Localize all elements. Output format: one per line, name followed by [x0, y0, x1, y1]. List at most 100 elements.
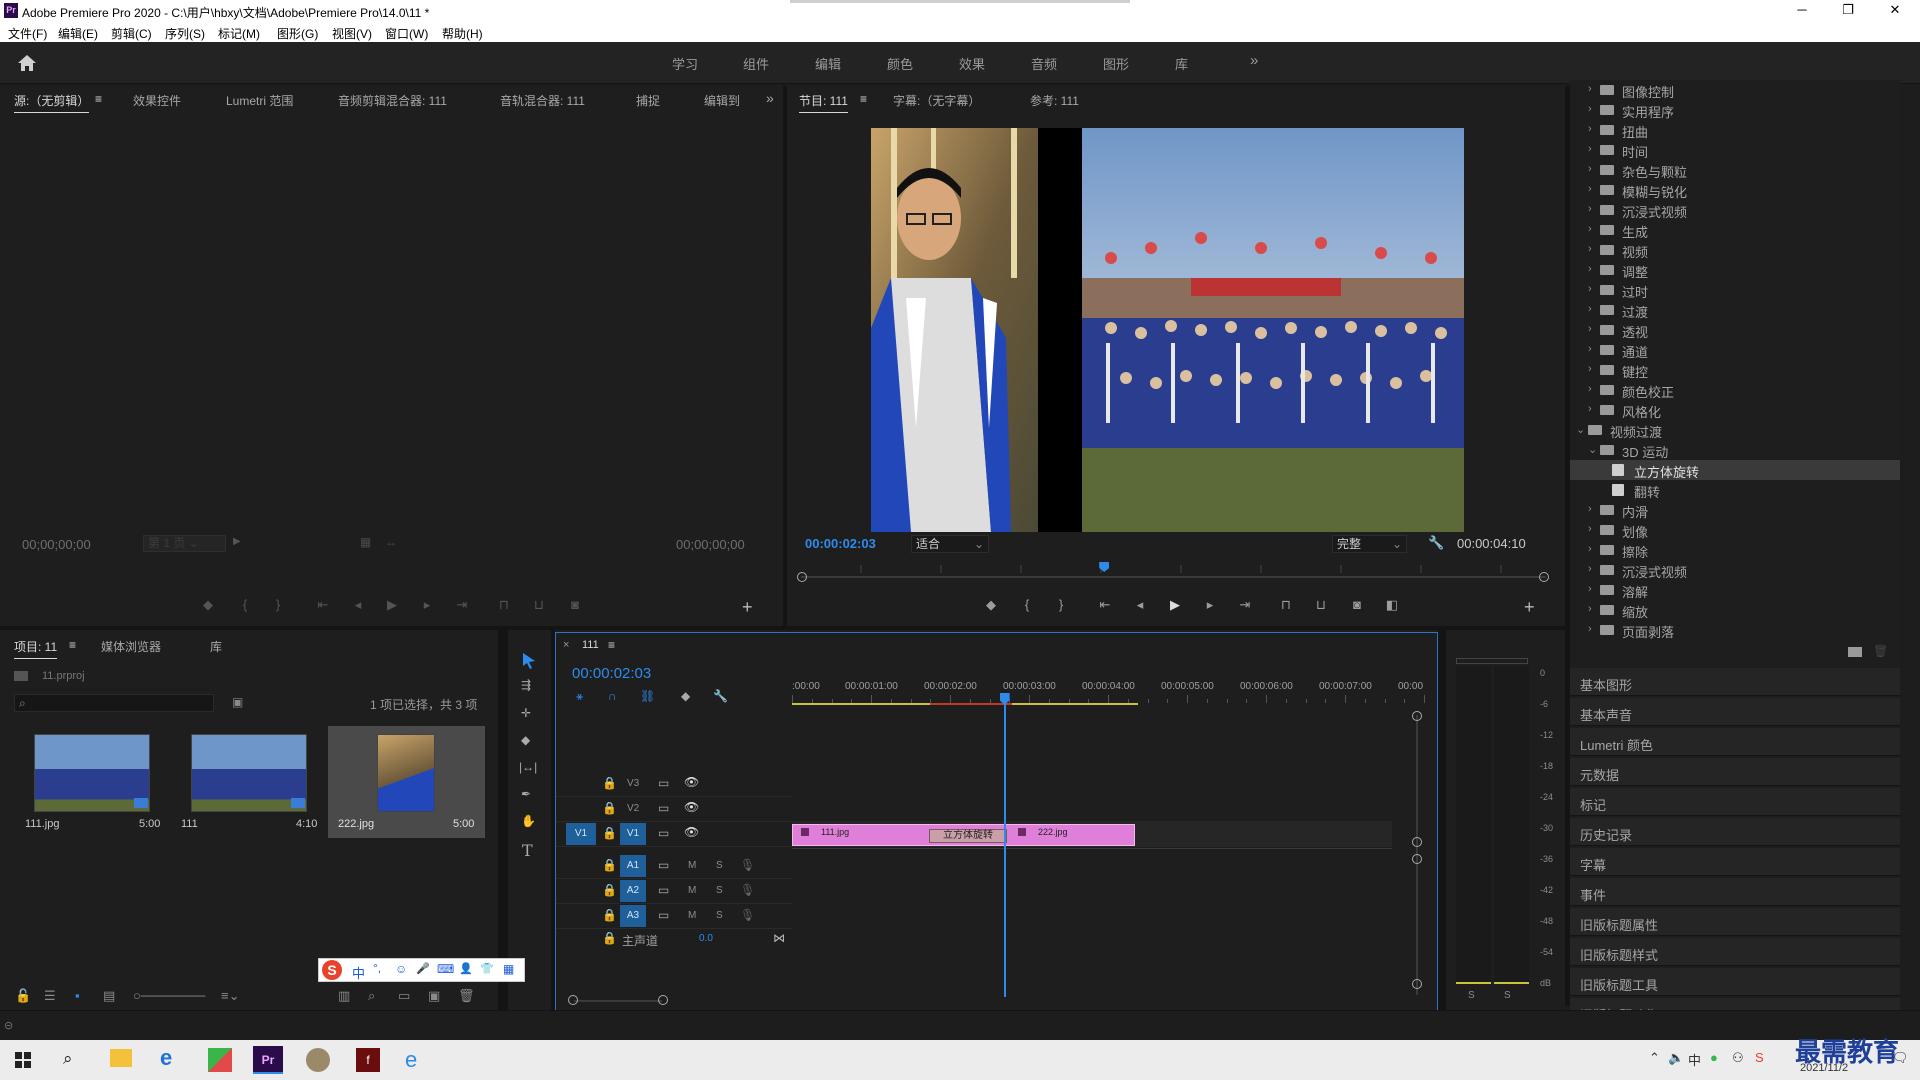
effect-folder[interactable]: › 划像 — [1570, 520, 1900, 540]
ime-keyboard-icon[interactable]: ⌨ — [437, 962, 454, 976]
ime-lang-button[interactable]: 中 — [352, 963, 365, 982]
timeline-settings-icon[interactable]: 🔧 — [713, 689, 728, 703]
delete-icon[interactable]: 🗑 — [1873, 644, 1888, 658]
wrench-icon[interactable]: 🔧 — [1428, 535, 1444, 551]
source-insert-icon[interactable]: ⊓ — [494, 597, 514, 613]
side-panel-tab[interactable]: 旧版标题样式 — [1570, 938, 1900, 966]
chevron-right-icon[interactable]: › — [1588, 223, 1600, 235]
source-timecode[interactable]: 00;00;00;00 — [22, 537, 91, 552]
lock-icon[interactable]: 🔒 — [602, 858, 617, 872]
effect-item[interactable]: 立方体旋转 — [1570, 460, 1900, 480]
chevron-right-icon[interactable]: › — [1588, 183, 1600, 195]
workspace-audio[interactable]: 音频 — [1031, 54, 1057, 73]
side-panel-tab[interactable]: 历史记录 — [1570, 818, 1900, 846]
ime-user-icon[interactable]: 👤 — [459, 962, 473, 975]
menu-marker[interactable]: 标记(M) — [218, 25, 260, 42]
track-target-a3[interactable]: A3 — [620, 905, 646, 927]
list-view-icon[interactable]: ☰ — [44, 988, 56, 1004]
clear-icon[interactable]: 🗑 — [458, 988, 475, 1004]
lock-icon[interactable]: 🔒 — [602, 908, 617, 922]
vscroll-handle[interactable] — [1412, 711, 1422, 721]
menu-sequence[interactable]: 序列(S) — [165, 25, 205, 42]
program-step-back-icon[interactable]: ◂ — [1130, 597, 1150, 613]
chevron-right-icon[interactable]: › — [1588, 143, 1600, 155]
source-go-out-icon[interactable]: ⇥ — [452, 597, 472, 613]
vscroll-handle[interactable] — [1412, 854, 1422, 864]
effect-folder[interactable]: › 擦除 — [1570, 540, 1900, 560]
program-export-frame-icon[interactable]: ◙ — [1347, 597, 1367, 612]
file-explorer-icon[interactable] — [110, 1049, 132, 1067]
store-icon[interactable] — [208, 1048, 232, 1072]
chevron-right-icon[interactable]: › — [1588, 203, 1600, 215]
source-page-next-icon[interactable]: ▶ — [233, 536, 241, 547]
chevron-right-icon[interactable]: › — [1588, 363, 1600, 375]
solo-button[interactable]: S — [716, 885, 723, 896]
sync-lock-icon[interactable]: ▭ — [658, 801, 669, 815]
ime-skin-icon[interactable]: 👕 — [480, 962, 494, 975]
project-item-222jpg-selected[interactable]: 222.jpg 5:00 — [328, 726, 485, 838]
program-step-forward-icon[interactable]: ▸ — [1200, 597, 1220, 613]
effect-folder[interactable]: › 图像控制 — [1570, 80, 1900, 100]
effect-folder[interactable]: › 杂色与颗粒 — [1570, 160, 1900, 180]
microphone-icon[interactable]: 🎙 — [740, 908, 755, 922]
home-icon[interactable] — [17, 54, 37, 72]
ime-toolbar[interactable]: S 中 °, ☺ 🎤 ⌨ 👤 👕 ▦ — [318, 958, 525, 982]
sync-lock-icon[interactable]: ▭ — [658, 776, 669, 790]
pen-tool-icon[interactable]: ✒ — [521, 787, 531, 801]
timeline-menu-icon[interactable]: ≡ — [608, 638, 615, 652]
sort-icon[interactable]: ≡⌄ — [221, 988, 239, 1004]
master-volume-value[interactable]: 0.0 — [699, 933, 713, 944]
solo-button[interactable]: S — [716, 860, 723, 871]
workspaces-more-button[interactable]: » — [1250, 52, 1258, 69]
project-item-111-sequence[interactable]: 111 4:10 — [171, 726, 327, 838]
sync-lock-icon[interactable]: ▭ — [658, 883, 669, 897]
hscroll-right-handle[interactable] — [658, 995, 668, 1005]
ime-toolbox-icon[interactable]: ▦ — [503, 962, 514, 976]
workspace-learn[interactable]: 学习 — [672, 54, 698, 73]
eye-icon[interactable]: 👁 — [684, 775, 699, 789]
menu-clip[interactable]: 剪辑(C) — [111, 25, 152, 42]
premiere-taskbar-icon[interactable]: Pr — [253, 1046, 283, 1074]
chevron-right-icon[interactable]: › — [1588, 243, 1600, 255]
program-video-frame[interactable] — [871, 128, 1464, 532]
sync-lock-icon[interactable]: ▭ — [658, 858, 669, 872]
source-dropframe-icon[interactable]: ↔ — [385, 535, 397, 549]
network-icon[interactable]: ⚇ — [1732, 1050, 1744, 1066]
chevron-right-icon[interactable]: › — [1588, 123, 1600, 135]
razor-tool-icon[interactable]: ◆ — [521, 733, 530, 747]
program-scroll-left-handle[interactable] — [797, 572, 807, 582]
solo-right-button[interactable]: S — [1504, 990, 1511, 1001]
new-item-icon[interactable]: ▣ — [428, 988, 440, 1004]
microphone-icon[interactable]: 🎙 — [740, 858, 755, 872]
timeline-timecode[interactable]: 00:00:02:03 — [572, 665, 651, 682]
project-search-input[interactable]: ⌕ — [14, 694, 214, 712]
new-bin-icon[interactable] — [1848, 647, 1862, 657]
chevron-right-icon[interactable]: › — [1588, 403, 1600, 415]
eye-icon[interactable]: 👁 — [684, 800, 699, 814]
track-target-v1[interactable]: V1 — [620, 823, 646, 845]
source-go-in-icon[interactable]: ⇤ — [313, 597, 333, 613]
volume-icon[interactable]: 🔈 — [1668, 1050, 1684, 1066]
linked-selection-icon[interactable]: ⛓ — [640, 689, 655, 703]
eye-icon[interactable]: 👁 — [684, 825, 699, 839]
effect-folder[interactable]: › 溶解 — [1570, 580, 1900, 600]
track-select-tool-icon[interactable]: ⇶ — [521, 678, 531, 692]
tray-app-icon[interactable]: ● — [1710, 1050, 1718, 1065]
chevron-down-icon[interactable]: ⌄ — [1588, 443, 1600, 456]
menu-view[interactable]: 视图(V) — [332, 25, 372, 42]
edge-icon[interactable]: e — [160, 1045, 172, 1071]
side-panel-tab[interactable]: 基本声音 — [1570, 698, 1900, 726]
track-label[interactable]: V3 — [627, 778, 639, 789]
freeform-view-icon[interactable]: ▤ — [103, 988, 115, 1004]
side-panel-tab[interactable]: 标记 — [1570, 788, 1900, 816]
side-panel-tab[interactable]: 基本图形 — [1570, 668, 1900, 696]
tab-program[interactable]: 节目: 111 — [799, 92, 848, 113]
source-tabs-more[interactable]: » — [766, 90, 774, 106]
effect-folder[interactable]: › 生成 — [1570, 220, 1900, 240]
tab-effect-controls[interactable]: 效果控件 — [133, 92, 181, 109]
program-scrollbar[interactable] — [801, 576, 1546, 578]
lock-icon[interactable]: 🔒 — [602, 931, 617, 945]
chevron-right-icon[interactable]: › — [1588, 563, 1600, 575]
menu-edit[interactable]: 编辑(E) — [58, 25, 98, 42]
program-mark-in-icon[interactable]: { — [1017, 597, 1037, 612]
